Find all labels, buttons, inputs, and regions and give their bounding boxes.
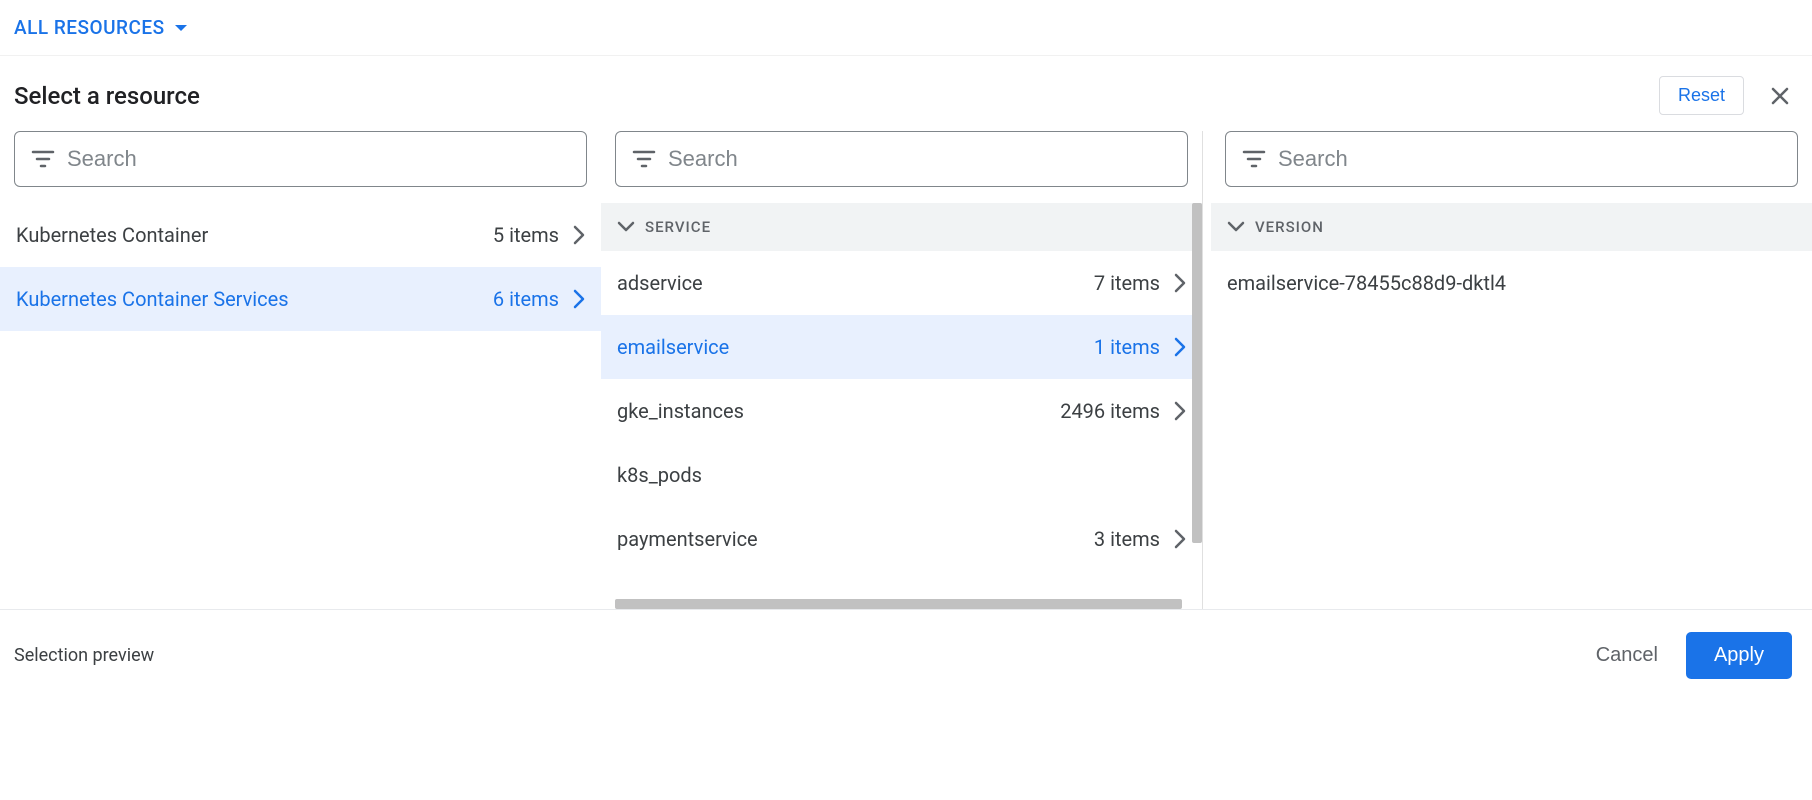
close-icon — [1768, 84, 1792, 108]
footer: Selection preview Cancel Apply — [0, 609, 1812, 701]
chevron-right-icon — [1174, 337, 1186, 357]
search-wrap — [1211, 131, 1812, 203]
column-resource-type: Kubernetes Container 5 items Kubernetes … — [0, 131, 601, 609]
list-item-label: emailservice-78455c88d9-dktl4 — [1227, 271, 1506, 295]
search-wrap — [0, 131, 601, 203]
column-service: SERVICE adservice 7 items emailservice 1… — [601, 131, 1202, 609]
chevron-down-icon — [1227, 221, 1245, 233]
chevron-down-icon — [617, 221, 635, 233]
reset-button[interactable]: Reset — [1659, 76, 1744, 115]
cancel-button[interactable]: Cancel — [1596, 644, 1658, 667]
list-item[interactable]: emailservice 1 items — [601, 315, 1202, 379]
chevron-right-icon — [1174, 529, 1186, 549]
list-item[interactable]: Kubernetes Container 5 items — [0, 203, 601, 267]
apply-button[interactable]: Apply — [1686, 632, 1792, 679]
list-item-label: k8s_pods — [617, 463, 702, 487]
list-item-count: 1 items — [1094, 335, 1160, 359]
search-input[interactable] — [668, 146, 1171, 172]
list-item[interactable]: gke_instances 2496 items — [601, 379, 1202, 443]
list-item-label: Kubernetes Container — [16, 223, 208, 247]
search-wrap — [601, 131, 1202, 203]
resource-type-list: Kubernetes Container 5 items Kubernetes … — [0, 203, 601, 609]
chevron-right-icon — [573, 225, 585, 245]
filter-icon — [31, 150, 55, 168]
header: Select a resource Reset — [0, 56, 1812, 131]
column-version: VERSION emailservice-78455c88d9-dktl4 — [1211, 131, 1812, 609]
scrollbar-horizontal[interactable] — [615, 599, 1182, 609]
chevron-right-icon — [1174, 273, 1186, 293]
footer-actions: Cancel Apply — [1596, 632, 1792, 679]
column-header-label: VERSION — [1255, 218, 1324, 236]
scrollbar-vertical[interactable] — [1192, 203, 1202, 543]
divider — [1202, 131, 1203, 609]
version-list: emailservice-78455c88d9-dktl4 — [1211, 251, 1812, 609]
list-item[interactable]: adservice 7 items — [601, 251, 1202, 315]
all-resources-label: ALL RESOURCES — [14, 16, 165, 39]
list-item-label: emailservice — [617, 335, 729, 359]
chevron-right-icon — [573, 289, 585, 309]
list-item-count: 3 items — [1094, 527, 1160, 551]
search-box[interactable] — [615, 131, 1188, 187]
column-header[interactable]: SERVICE — [601, 203, 1202, 251]
selection-preview-label: Selection preview — [14, 645, 154, 666]
search-box[interactable] — [14, 131, 587, 187]
chevron-right-icon — [1174, 401, 1186, 421]
column-header[interactable]: VERSION — [1211, 203, 1812, 251]
list-item-label: gke_instances — [617, 399, 744, 423]
list-item-count: 5 items — [493, 223, 559, 247]
list-item[interactable]: emailservice-78455c88d9-dktl4 — [1211, 251, 1812, 315]
caret-down-icon — [175, 25, 187, 31]
list-item[interactable]: Kubernetes Container Services 6 items — [0, 267, 601, 331]
list-item[interactable]: k8s_pods — [601, 443, 1202, 507]
search-input[interactable] — [67, 146, 570, 172]
list-item-label: Kubernetes Container Services — [16, 287, 289, 311]
list-item[interactable]: paymentservice 3 items — [601, 507, 1202, 571]
columns: Kubernetes Container 5 items Kubernetes … — [0, 131, 1812, 609]
all-resources-dropdown[interactable]: ALL RESOURCES — [14, 16, 187, 39]
close-button[interactable] — [1762, 78, 1798, 114]
search-box[interactable] — [1225, 131, 1798, 187]
filter-icon — [1242, 150, 1266, 168]
page-title: Select a resource — [14, 82, 200, 110]
column-header-label: SERVICE — [645, 218, 711, 236]
list-item-label: adservice — [617, 271, 703, 295]
list-item-count: 6 items — [493, 287, 559, 311]
list-item-count: 7 items — [1094, 271, 1160, 295]
topbar: ALL RESOURCES — [0, 0, 1812, 56]
list-item-label: paymentservice — [617, 527, 758, 551]
header-actions: Reset — [1659, 76, 1798, 115]
service-list: adservice 7 items emailservice 1 items — [601, 251, 1202, 609]
filter-icon — [632, 150, 656, 168]
list-item-count: 2496 items — [1060, 399, 1160, 423]
search-input[interactable] — [1278, 146, 1781, 172]
